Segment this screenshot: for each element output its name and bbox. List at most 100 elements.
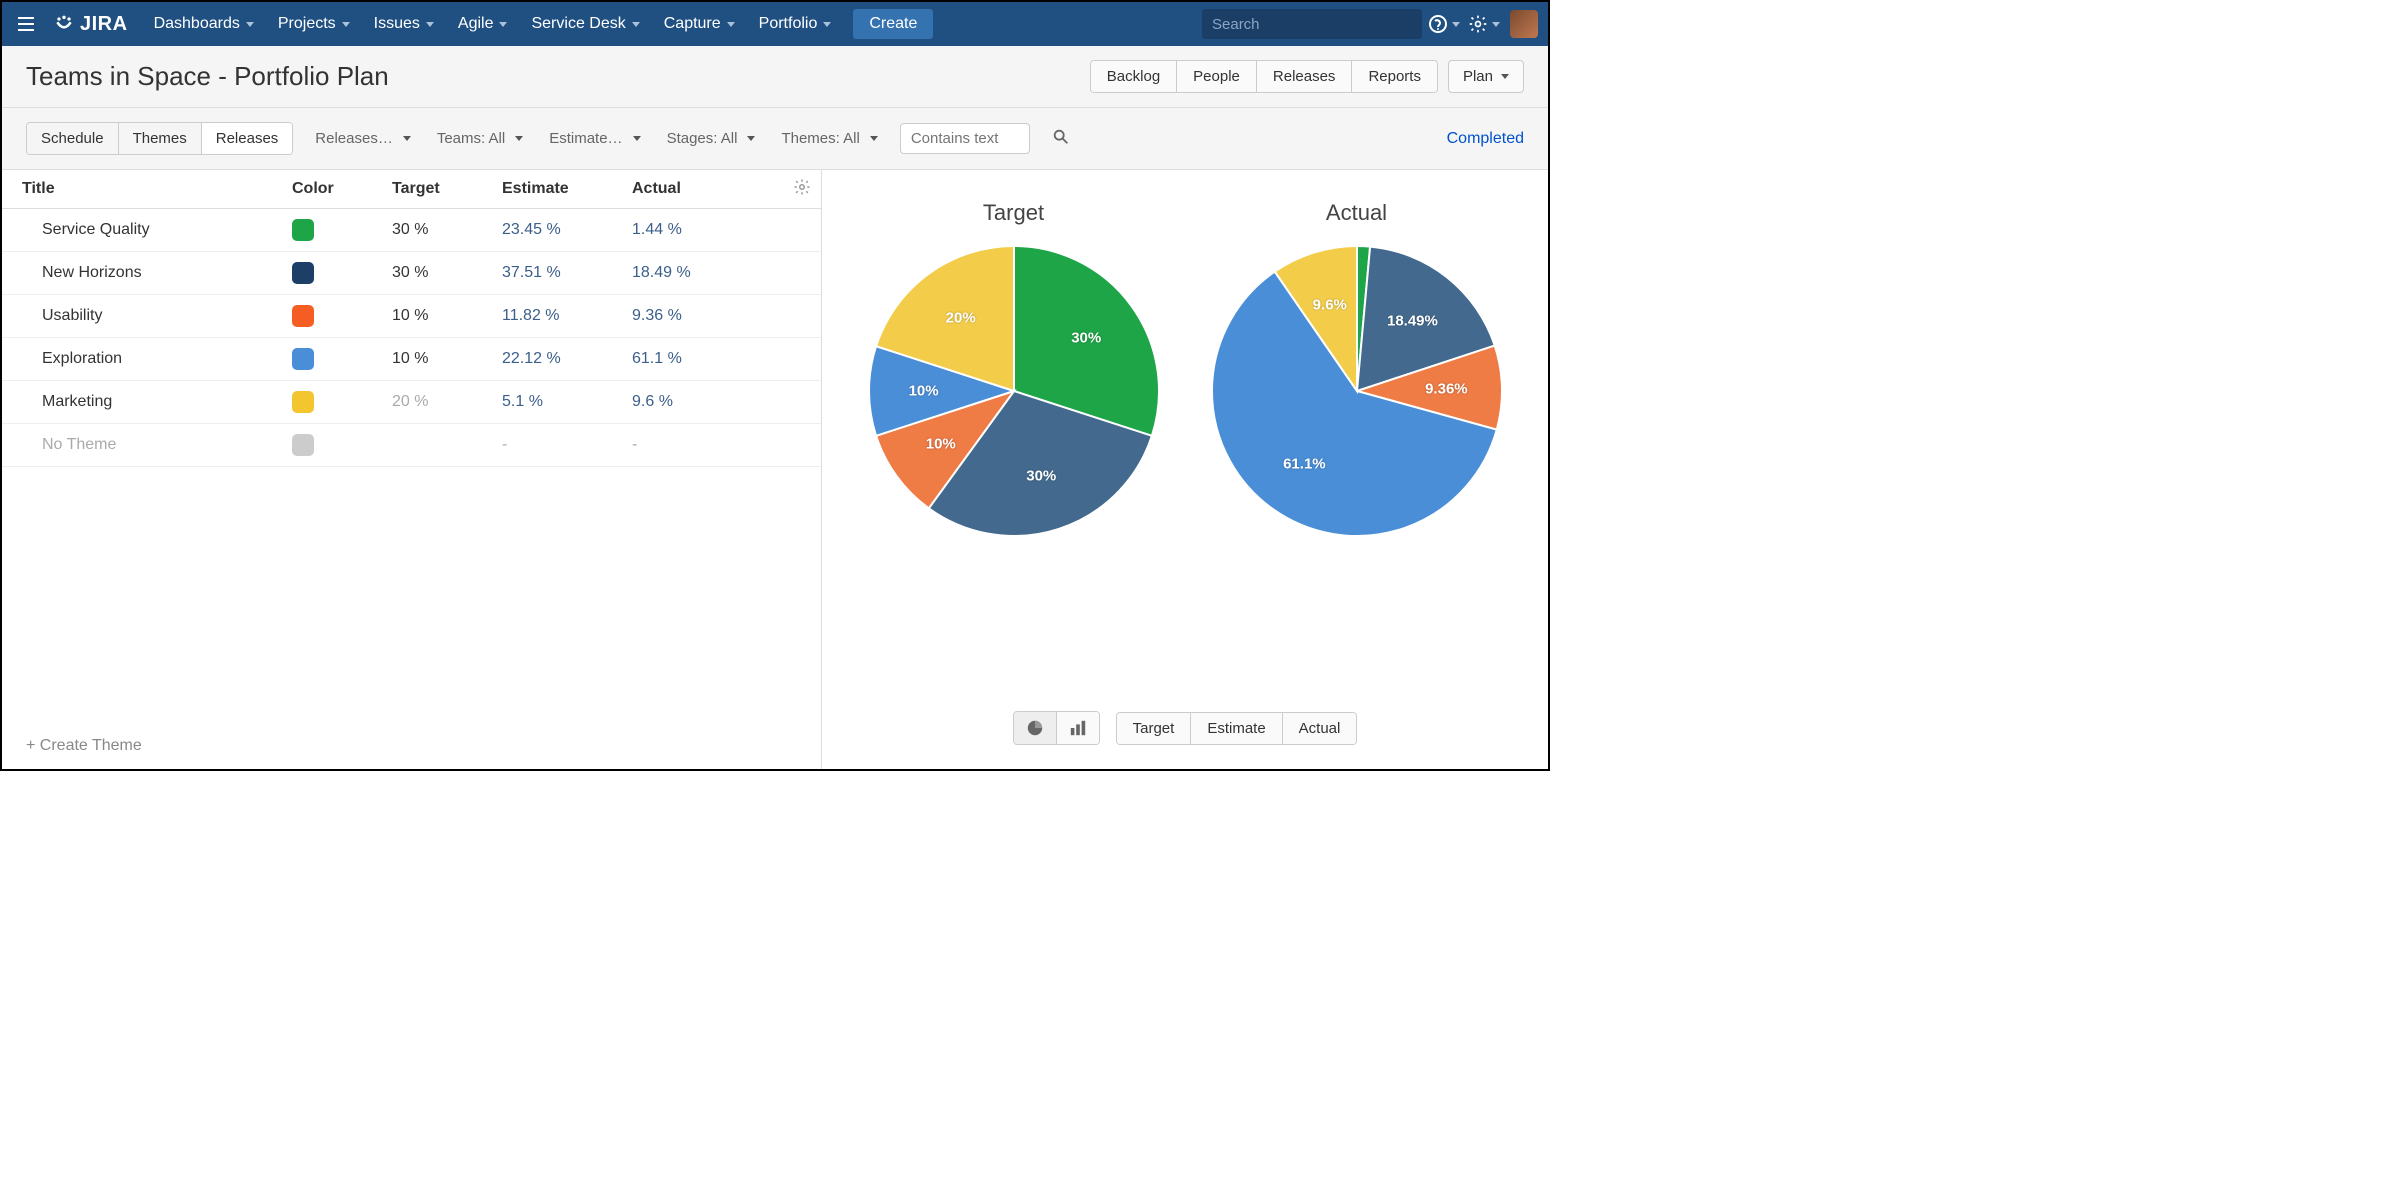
slice-label: 30%: [1026, 468, 1056, 485]
view-segments: ScheduleThemesReleases: [26, 122, 293, 155]
plan-menu[interactable]: Plan: [1448, 60, 1524, 93]
slice-label: 9.36%: [1425, 380, 1468, 397]
nav-dashboards[interactable]: Dashboards: [142, 9, 266, 39]
th-title[interactable]: Title: [22, 180, 292, 198]
filter-teams[interactable]: Teams: All: [433, 125, 527, 152]
color-swatch[interactable]: [292, 391, 314, 413]
table-settings-icon[interactable]: [793, 178, 811, 201]
th-target[interactable]: Target: [392, 180, 502, 198]
bar-chart-icon: [1069, 719, 1087, 737]
tab-releases[interactable]: Releases: [1257, 61, 1353, 92]
slice-label: 20%: [946, 310, 976, 327]
user-avatar[interactable]: [1510, 10, 1538, 38]
color-swatch[interactable]: [292, 262, 314, 284]
color-swatch[interactable]: [292, 219, 314, 241]
chevron-down-icon: [403, 136, 411, 141]
hamburger-icon[interactable]: [12, 10, 40, 38]
chevron-down-icon: [727, 22, 735, 27]
nav-portfolio[interactable]: Portfolio: [747, 9, 844, 39]
filter-stages[interactable]: Stages: All: [663, 125, 760, 152]
chevron-down-icon: [342, 22, 350, 27]
metric-actual[interactable]: Actual: [1283, 713, 1357, 744]
table-row[interactable]: Marketing20 %5.1 %9.6 %: [2, 381, 821, 424]
cell-color: [292, 348, 392, 370]
metric-estimate[interactable]: Estimate: [1191, 713, 1282, 744]
search-input[interactable]: [1212, 16, 1411, 33]
cell-estimate: 22.12 %: [502, 350, 632, 368]
cell-actual: 9.6 %: [632, 393, 762, 411]
cell-actual: 61.1 %: [632, 350, 762, 368]
table-row[interactable]: Exploration10 %22.12 %61.1 %: [2, 338, 821, 381]
pie-chart: Actual18.49%9.36%61.1%9.6%: [1212, 200, 1502, 536]
metric-toggle: TargetEstimateActual: [1116, 712, 1358, 745]
slice-label: 9.6%: [1313, 297, 1347, 314]
chevron-down-icon: [426, 22, 434, 27]
pie-icon: [1026, 719, 1044, 737]
cell-target: 30 %: [392, 264, 502, 282]
cell-color: [292, 391, 392, 413]
table-row[interactable]: New Horizons30 %37.51 %18.49 %: [2, 252, 821, 295]
chevron-down-icon: [747, 136, 755, 141]
filter-releases[interactable]: Releases…: [311, 125, 415, 152]
nav-service-desk[interactable]: Service Desk: [519, 9, 651, 39]
cell-color: [292, 434, 392, 456]
search-icon: [1411, 16, 1412, 32]
nav-capture[interactable]: Capture: [652, 9, 747, 39]
nav-projects[interactable]: Projects: [266, 9, 362, 39]
color-swatch[interactable]: [292, 348, 314, 370]
cell-actual: -: [632, 436, 762, 454]
cell-title: New Horizons: [42, 264, 292, 282]
slice-label: 10%: [909, 383, 939, 400]
th-color[interactable]: Color: [292, 180, 392, 198]
filter-themes[interactable]: Themes: All: [777, 125, 881, 152]
help-icon[interactable]: [1426, 6, 1462, 42]
create-theme-link[interactable]: + Create Theme: [2, 723, 821, 769]
cell-color: [292, 305, 392, 327]
filter-search-icon[interactable]: [1048, 124, 1074, 153]
table-header: Title Color Target Estimate Actual: [2, 170, 821, 209]
th-actual[interactable]: Actual: [632, 180, 762, 198]
cell-title: Usability: [42, 307, 292, 325]
nav-agile[interactable]: Agile: [446, 9, 520, 39]
segment-releases[interactable]: Releases: [202, 123, 293, 154]
cell-target: 10 %: [392, 350, 502, 368]
settings-icon[interactable]: [1466, 6, 1502, 42]
chevron-down-icon: [246, 22, 254, 27]
tab-reports[interactable]: Reports: [1352, 61, 1437, 92]
create-button[interactable]: Create: [853, 9, 933, 39]
cell-target: 20 %: [392, 393, 502, 411]
cell-title: Service Quality: [42, 221, 292, 239]
table-row[interactable]: Service Quality30 %23.45 %1.44 %: [2, 209, 821, 252]
cell-estimate: 23.45 %: [502, 221, 632, 239]
chart-type-pie[interactable]: [1014, 712, 1057, 744]
page-header: Teams in Space - Portfolio Plan BacklogP…: [2, 46, 1548, 108]
cell-color: [292, 262, 392, 284]
top-nav: JIRA DashboardsProjectsIssuesAgileServic…: [2, 2, 1548, 46]
nav-issues[interactable]: Issues: [362, 9, 446, 39]
chart-panel: Target30%30%10%10%20%Actual18.49%9.36%61…: [822, 170, 1548, 769]
cell-color: [292, 219, 392, 241]
brand-text: JIRA: [80, 13, 128, 36]
cell-title: Marketing: [42, 393, 292, 411]
chart-type-bar[interactable]: [1057, 712, 1099, 744]
global-search[interactable]: [1202, 9, 1422, 39]
text-filter-input[interactable]: [900, 123, 1030, 154]
filter-estimate[interactable]: Estimate…: [545, 125, 644, 152]
metric-target[interactable]: Target: [1117, 713, 1192, 744]
th-estimate[interactable]: Estimate: [502, 180, 632, 198]
tab-people[interactable]: People: [1177, 61, 1257, 92]
segment-themes[interactable]: Themes: [119, 123, 202, 154]
tab-backlog[interactable]: Backlog: [1091, 61, 1177, 92]
jira-logo[interactable]: JIRA: [44, 13, 138, 36]
completed-link[interactable]: Completed: [1447, 130, 1524, 148]
chevron-down-icon: [632, 22, 640, 27]
color-swatch[interactable]: [292, 305, 314, 327]
slice-label: 61.1%: [1283, 456, 1326, 473]
cell-target: 30 %: [392, 221, 502, 239]
chevron-down-icon: [1501, 74, 1509, 79]
color-swatch[interactable]: [292, 434, 314, 456]
segment-schedule[interactable]: Schedule: [27, 123, 119, 154]
table-row[interactable]: No Theme--: [2, 424, 821, 467]
table-row[interactable]: Usability10 %11.82 %9.36 %: [2, 295, 821, 338]
page-title: Teams in Space - Portfolio Plan: [26, 61, 389, 92]
